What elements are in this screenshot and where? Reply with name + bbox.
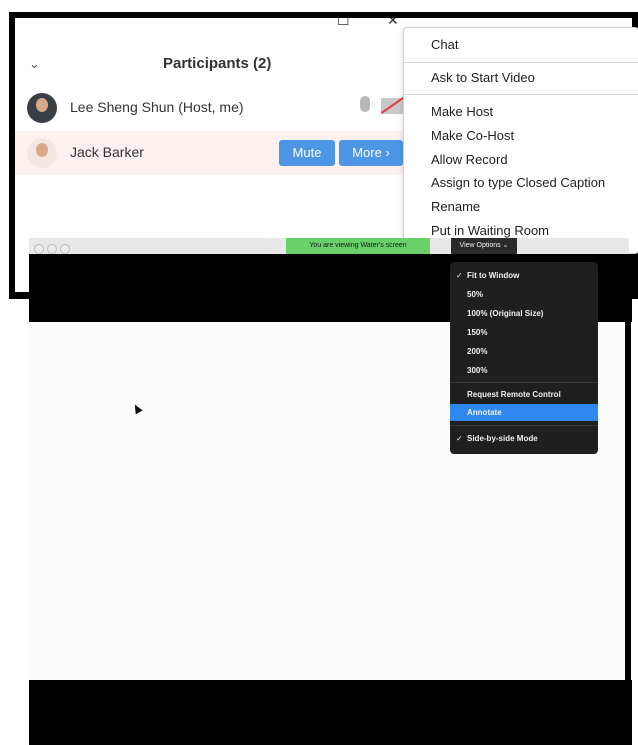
avatar xyxy=(27,138,57,168)
view-item-fit-to-window[interactable]: Fit to Window xyxy=(467,271,519,280)
menu-item-make-co-host[interactable]: Make Co-Host xyxy=(431,128,514,143)
viewing-screen-banner: You are viewing Water's screen xyxy=(286,238,430,254)
microphone-icon xyxy=(360,96,370,112)
more-button[interactable]: More › xyxy=(339,140,403,166)
participant-name: Jack Barker xyxy=(70,144,144,160)
close-dot-icon[interactable] xyxy=(34,244,44,254)
menu-divider xyxy=(450,382,598,383)
view-item-50[interactable]: 50% xyxy=(467,290,483,299)
video-off-icon xyxy=(380,96,406,114)
share-letterbox-bottom xyxy=(29,680,632,745)
chevron-down-icon[interactable]: ⌄ xyxy=(29,56,40,72)
menu-divider xyxy=(450,425,598,426)
menu-item-make-host[interactable]: Make Host xyxy=(431,104,493,119)
view-options-menu: ✓ Fit to Window 50% 100% (Original Size)… xyxy=(450,262,598,454)
view-item-300[interactable]: 300% xyxy=(467,366,487,375)
view-options-button[interactable]: View Options ⌄ xyxy=(451,238,517,254)
participant-name: Lee Sheng Shun (Host, me) xyxy=(70,99,244,115)
view-item-150[interactable]: 150% xyxy=(467,328,487,337)
menu-item-ask-to-start-video[interactable]: Ask to Start Video xyxy=(431,70,535,85)
menu-divider xyxy=(404,62,638,63)
zoom-dot-icon[interactable] xyxy=(60,244,70,254)
share-border xyxy=(625,299,631,680)
participant-row[interactable]: Jack Barker Mute More › xyxy=(15,131,415,175)
participant-row[interactable]: Lee Sheng Shun (Host, me) xyxy=(15,86,415,130)
checkmark-icon: ✓ xyxy=(456,271,463,280)
participant-context-menu: Chat Ask to Start Video Make Host Make C… xyxy=(403,27,638,254)
menu-item-allow-record[interactable]: Allow Record xyxy=(431,152,508,167)
view-item-200[interactable]: 200% xyxy=(467,347,487,356)
close-button[interactable]: ✕ xyxy=(387,18,399,29)
mute-button[interactable]: Mute xyxy=(279,140,335,166)
view-item-request-remote-control[interactable]: Request Remote Control xyxy=(467,390,561,399)
avatar xyxy=(27,93,57,123)
checkmark-icon: ✓ xyxy=(456,434,463,443)
minimize-dot-icon[interactable] xyxy=(47,244,57,254)
view-item-side-by-side-mode[interactable]: Side-by-side Mode xyxy=(467,434,538,443)
menu-item-assign-closed-caption[interactable]: Assign to type Closed Caption xyxy=(431,175,605,190)
participants-title: Participants (2) xyxy=(163,55,272,72)
view-item-annotate[interactable]: Annotate xyxy=(467,408,502,417)
view-item-100[interactable]: 100% (Original Size) xyxy=(467,309,543,318)
maximize-button[interactable]: ☐ xyxy=(337,18,350,29)
menu-item-chat[interactable]: Chat xyxy=(431,37,458,52)
participants-header: ⌄ Participants (2) xyxy=(15,48,415,82)
share-toolbar: You are viewing Water's screen View Opti… xyxy=(29,238,629,254)
menu-item-put-in-waiting-room[interactable]: Put in Waiting Room xyxy=(431,223,549,238)
menu-item-rename[interactable]: Rename xyxy=(431,199,480,214)
menu-divider xyxy=(404,94,638,95)
